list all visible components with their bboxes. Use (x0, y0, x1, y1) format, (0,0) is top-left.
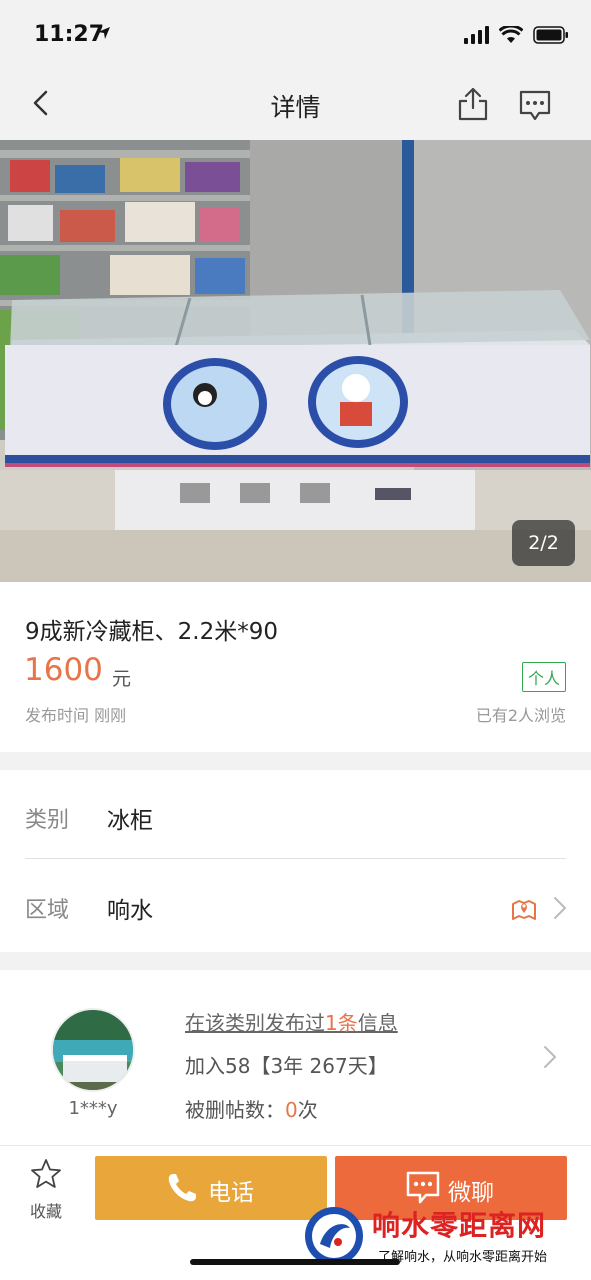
deleted-suffix: 次 (297, 1098, 318, 1122)
status-time: 11:27 (34, 22, 105, 47)
avatar[interactable] (51, 1008, 135, 1092)
listing-title: 9成新冷藏柜、2.2米*90 (25, 619, 278, 645)
call-label: 电话 (208, 1180, 254, 1206)
attribute-key-category: 类别 (25, 808, 70, 833)
chevron-right-icon[interactable] (542, 1044, 558, 1070)
view-count: 已有2人浏览 (475, 706, 566, 725)
posted-prefix: 在该类别发布过 (185, 1011, 325, 1035)
price-unit: 元 (112, 668, 132, 690)
seller-type-badge: 个人 (521, 662, 566, 692)
battery-icon (533, 26, 568, 44)
attribute-value-region: 响水 (107, 898, 153, 924)
chevron-right-icon[interactable] (552, 895, 568, 921)
wifi-icon (499, 26, 523, 43)
seller-name: 1***y (68, 1098, 118, 1119)
freezer-image (0, 140, 591, 582)
home-indicator (190, 1259, 400, 1265)
posted-suffix: 信息 (357, 1011, 398, 1035)
joined-duration: 加入58【3年 267天】 (185, 1054, 388, 1078)
posted-count: 1条 (325, 1011, 358, 1035)
deleted-count: 0 (285, 1098, 298, 1122)
phone-icon (168, 1174, 196, 1202)
posted-count-link[interactable]: 在该类别发布过1条信息 (185, 1007, 398, 1036)
product-photo[interactable]: 2/2 (0, 140, 591, 582)
divider (25, 858, 566, 859)
share-icon[interactable] (455, 86, 491, 122)
listing-info-card: 9成新冷藏柜、2.2米*90 1600 元 个人 发布时间 刚刚 已有2人浏览 (0, 582, 591, 752)
publish-time: 发布时间 刚刚 (25, 706, 127, 725)
deleted-posts: 被删帖数：0次 (185, 1094, 318, 1123)
watermark-title: 响水零距离网 (372, 1209, 547, 1242)
signal-icon (464, 26, 489, 44)
page-title: 详情 (270, 93, 321, 122)
listing-price: 1600 (24, 652, 103, 688)
star-icon (31, 1159, 61, 1188)
photo-counter: 2/2 (512, 520, 575, 566)
chat-icon (406, 1171, 440, 1204)
favorite-label: 收藏 (29, 1202, 62, 1221)
map-pin-icon[interactable] (511, 895, 537, 921)
attributes-card: 类别 冰柜 区域 响水 (0, 770, 591, 952)
watermark: 响水零距离网 了解响水，从响水零距离开始 (300, 1202, 591, 1280)
attribute-key-region: 区域 (25, 898, 70, 923)
attribute-row-region[interactable]: 区域 响水 (0, 860, 591, 950)
attribute-row-category: 类别 冰柜 (0, 770, 591, 860)
deleted-prefix: 被删帖数： (185, 1098, 285, 1122)
navigation-arrow-icon (98, 27, 110, 39)
nav-bar: 详情 (0, 66, 591, 140)
message-icon[interactable] (517, 88, 553, 122)
favorite-button[interactable]: 收藏 (0, 1146, 92, 1226)
attribute-value-category: 冰柜 (107, 808, 153, 834)
call-button[interactable]: 电话 (95, 1156, 327, 1220)
seller-card[interactable]: 1***y 在该类别发布过1条信息 加入58【3年 267天】 被删帖数：0次 (0, 970, 591, 1145)
status-bar: 11:27 (0, 0, 591, 66)
watermark-subtitle: 了解响水，从响水零距离开始 (378, 1250, 548, 1265)
